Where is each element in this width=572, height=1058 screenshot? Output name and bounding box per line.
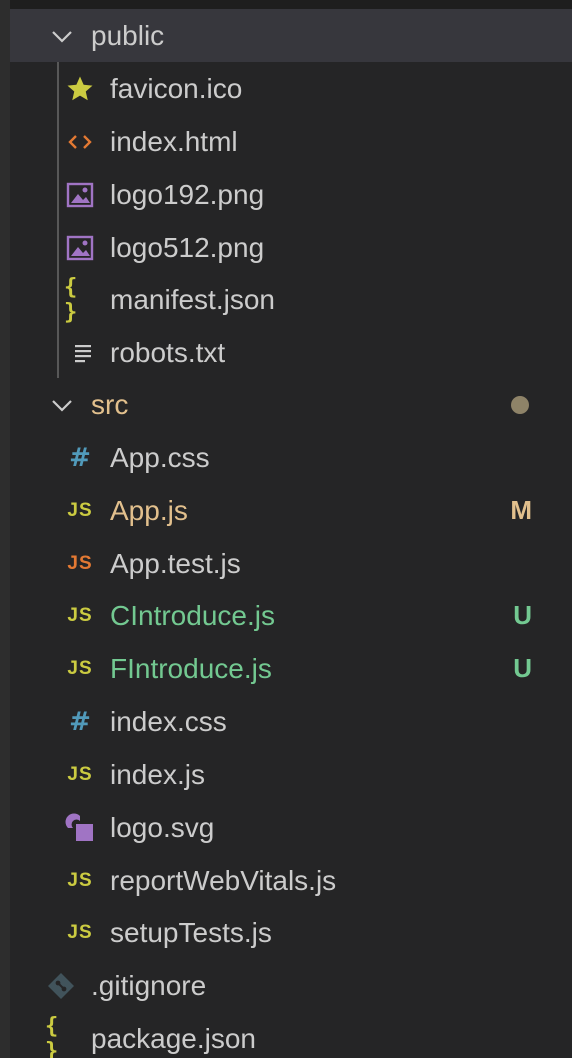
file-row[interactable]: logo192.png (10, 168, 572, 221)
modified-dot (511, 395, 529, 414)
file-row[interactable]: logo.svg (10, 801, 572, 854)
js-icon: JS (67, 604, 93, 626)
file-row[interactable]: robots.txt (10, 326, 572, 379)
js-icon: JS (67, 499, 93, 521)
file-label: App.test.js (110, 548, 241, 579)
file-row[interactable]: logo512.png (10, 221, 572, 274)
file-row[interactable]: # App.css (10, 431, 572, 484)
js-icon: JS (67, 657, 93, 679)
file-row[interactable]: JS FIntroduce.js U (10, 642, 572, 695)
chevron-down-icon (46, 389, 78, 421)
image-icon (64, 179, 96, 211)
js-icon: JS (67, 763, 93, 785)
file-label: index.html (110, 126, 238, 157)
file-label: package.json (91, 1023, 257, 1054)
file-label: CIntroduce.js (110, 600, 275, 631)
file-row[interactable]: index.html (10, 115, 572, 168)
file-label: robots.txt (110, 337, 226, 368)
file-row[interactable]: JS CIntroduce.js U (10, 589, 572, 642)
file-label: App.css (110, 442, 210, 473)
file-row[interactable]: JS index.js (10, 748, 572, 801)
file-label: reportWebVitals.js (110, 865, 337, 896)
file-label: manifest.json (110, 284, 275, 315)
file-row[interactable]: JS App.test.js (10, 537, 572, 590)
folder-label: src (91, 389, 129, 420)
file-row[interactable]: JS setupTests.js (10, 906, 572, 959)
file-row[interactable]: { } manifest.json (10, 273, 572, 326)
folder-label: public (91, 20, 165, 51)
svg-icon (64, 812, 96, 844)
file-row[interactable]: JS App.js M (10, 484, 572, 537)
git-icon (45, 970, 77, 1002)
git-status-badge: U (513, 653, 532, 683)
file-row[interactable]: .gitignore (10, 959, 572, 1012)
js-icon: JS (67, 921, 93, 943)
text-file-icon (68, 337, 100, 369)
git-status-badge: M (510, 495, 532, 525)
file-label: FIntroduce.js (110, 653, 272, 684)
js-icon: JS (67, 869, 93, 891)
file-label: index.js (110, 759, 205, 790)
json-icon: { } (45, 1013, 59, 1058)
json-icon: { } (64, 274, 78, 325)
html-icon (64, 126, 96, 158)
file-label: index.css (110, 706, 227, 737)
image-icon (64, 232, 96, 264)
file-row[interactable]: # index.css (10, 695, 572, 748)
file-label: logo512.png (110, 232, 265, 263)
js-test-icon: JS (67, 552, 93, 574)
file-row[interactable]: JS reportWebVitals.js (10, 854, 572, 907)
folder-src[interactable]: src (10, 378, 572, 431)
git-status-badge: U (513, 600, 532, 630)
explorer-top-edge (10, 0, 572, 9)
star-icon (64, 73, 96, 105)
file-row[interactable]: favicon.ico (10, 62, 572, 115)
file-label: favicon.ico (110, 73, 243, 104)
css-icon: # (69, 706, 91, 737)
file-label: App.js (110, 495, 188, 526)
file-label: setupTests.js (110, 917, 272, 948)
file-label: logo.svg (110, 812, 215, 843)
file-row[interactable]: { } package.json (10, 1012, 572, 1058)
file-label: logo192.png (110, 179, 265, 210)
file-explorer: public favicon.ico index.html logo192.pn… (0, 0, 572, 1058)
file-label: .gitignore (91, 970, 207, 1001)
explorer-gutter (0, 0, 10, 1058)
folder-public[interactable]: public (10, 9, 572, 62)
chevron-down-icon (46, 20, 78, 52)
css-icon: # (69, 442, 91, 473)
